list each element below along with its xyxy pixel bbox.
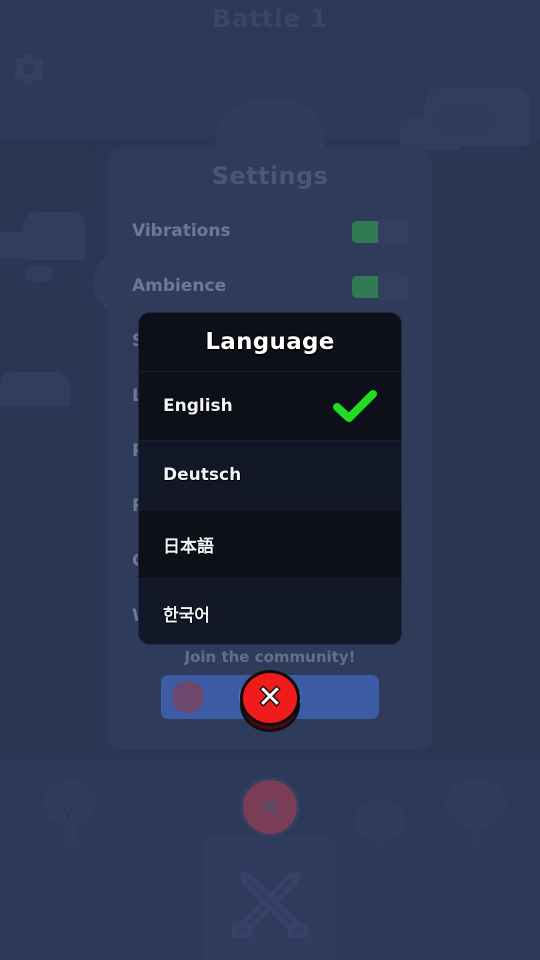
bg-tree	[440, 778, 512, 852]
language-option-korean[interactable]: 한국어	[139, 578, 401, 644]
setting-label: Vibrations	[132, 221, 231, 241]
bg-rock	[0, 372, 70, 406]
bottom-close-button[interactable]: ✕	[240, 777, 300, 837]
language-option-english[interactable]: English	[139, 371, 401, 440]
toggle-knob	[378, 218, 408, 246]
crossed-swords-icon	[213, 855, 327, 955]
close-icon: ✕	[257, 680, 283, 715]
bg-grass: ⋎	[62, 804, 75, 824]
ambience-toggle[interactable]	[352, 273, 408, 301]
toggle-knob	[378, 273, 408, 301]
close-button[interactable]: ✕	[240, 670, 300, 732]
language-dialog-title: Language	[139, 313, 401, 371]
community-label: Join the community!	[184, 648, 356, 666]
bg-cloud	[432, 100, 494, 140]
language-option-label: 日本語	[163, 536, 214, 557]
language-dialog: Language English Deutsch 日本語 한국어	[138, 312, 402, 645]
setting-label: Ambience	[132, 276, 227, 296]
close-icon: ✕	[258, 791, 282, 823]
bg-rock	[25, 266, 53, 282]
language-option-label: Deutsch	[163, 465, 242, 485]
language-option-japanese[interactable]: 日本語	[139, 509, 401, 578]
check-icon	[330, 387, 380, 425]
language-option-label: 한국어	[163, 605, 210, 626]
close-button-face: ✕	[240, 670, 300, 726]
setting-row-ambience: Ambience	[132, 271, 408, 305]
setting-row-vibrations: Vibrations	[132, 216, 408, 250]
bg-grass: ⋎	[88, 138, 101, 158]
vibrations-toggle[interactable]	[352, 218, 408, 246]
page-title: Battle 1	[212, 4, 328, 33]
gear-icon[interactable]	[10, 50, 48, 88]
language-option-label: English	[163, 396, 233, 416]
language-option-deutsch[interactable]: Deutsch	[139, 440, 401, 509]
bg-rock	[0, 232, 38, 258]
settings-title: Settings	[211, 162, 329, 190]
